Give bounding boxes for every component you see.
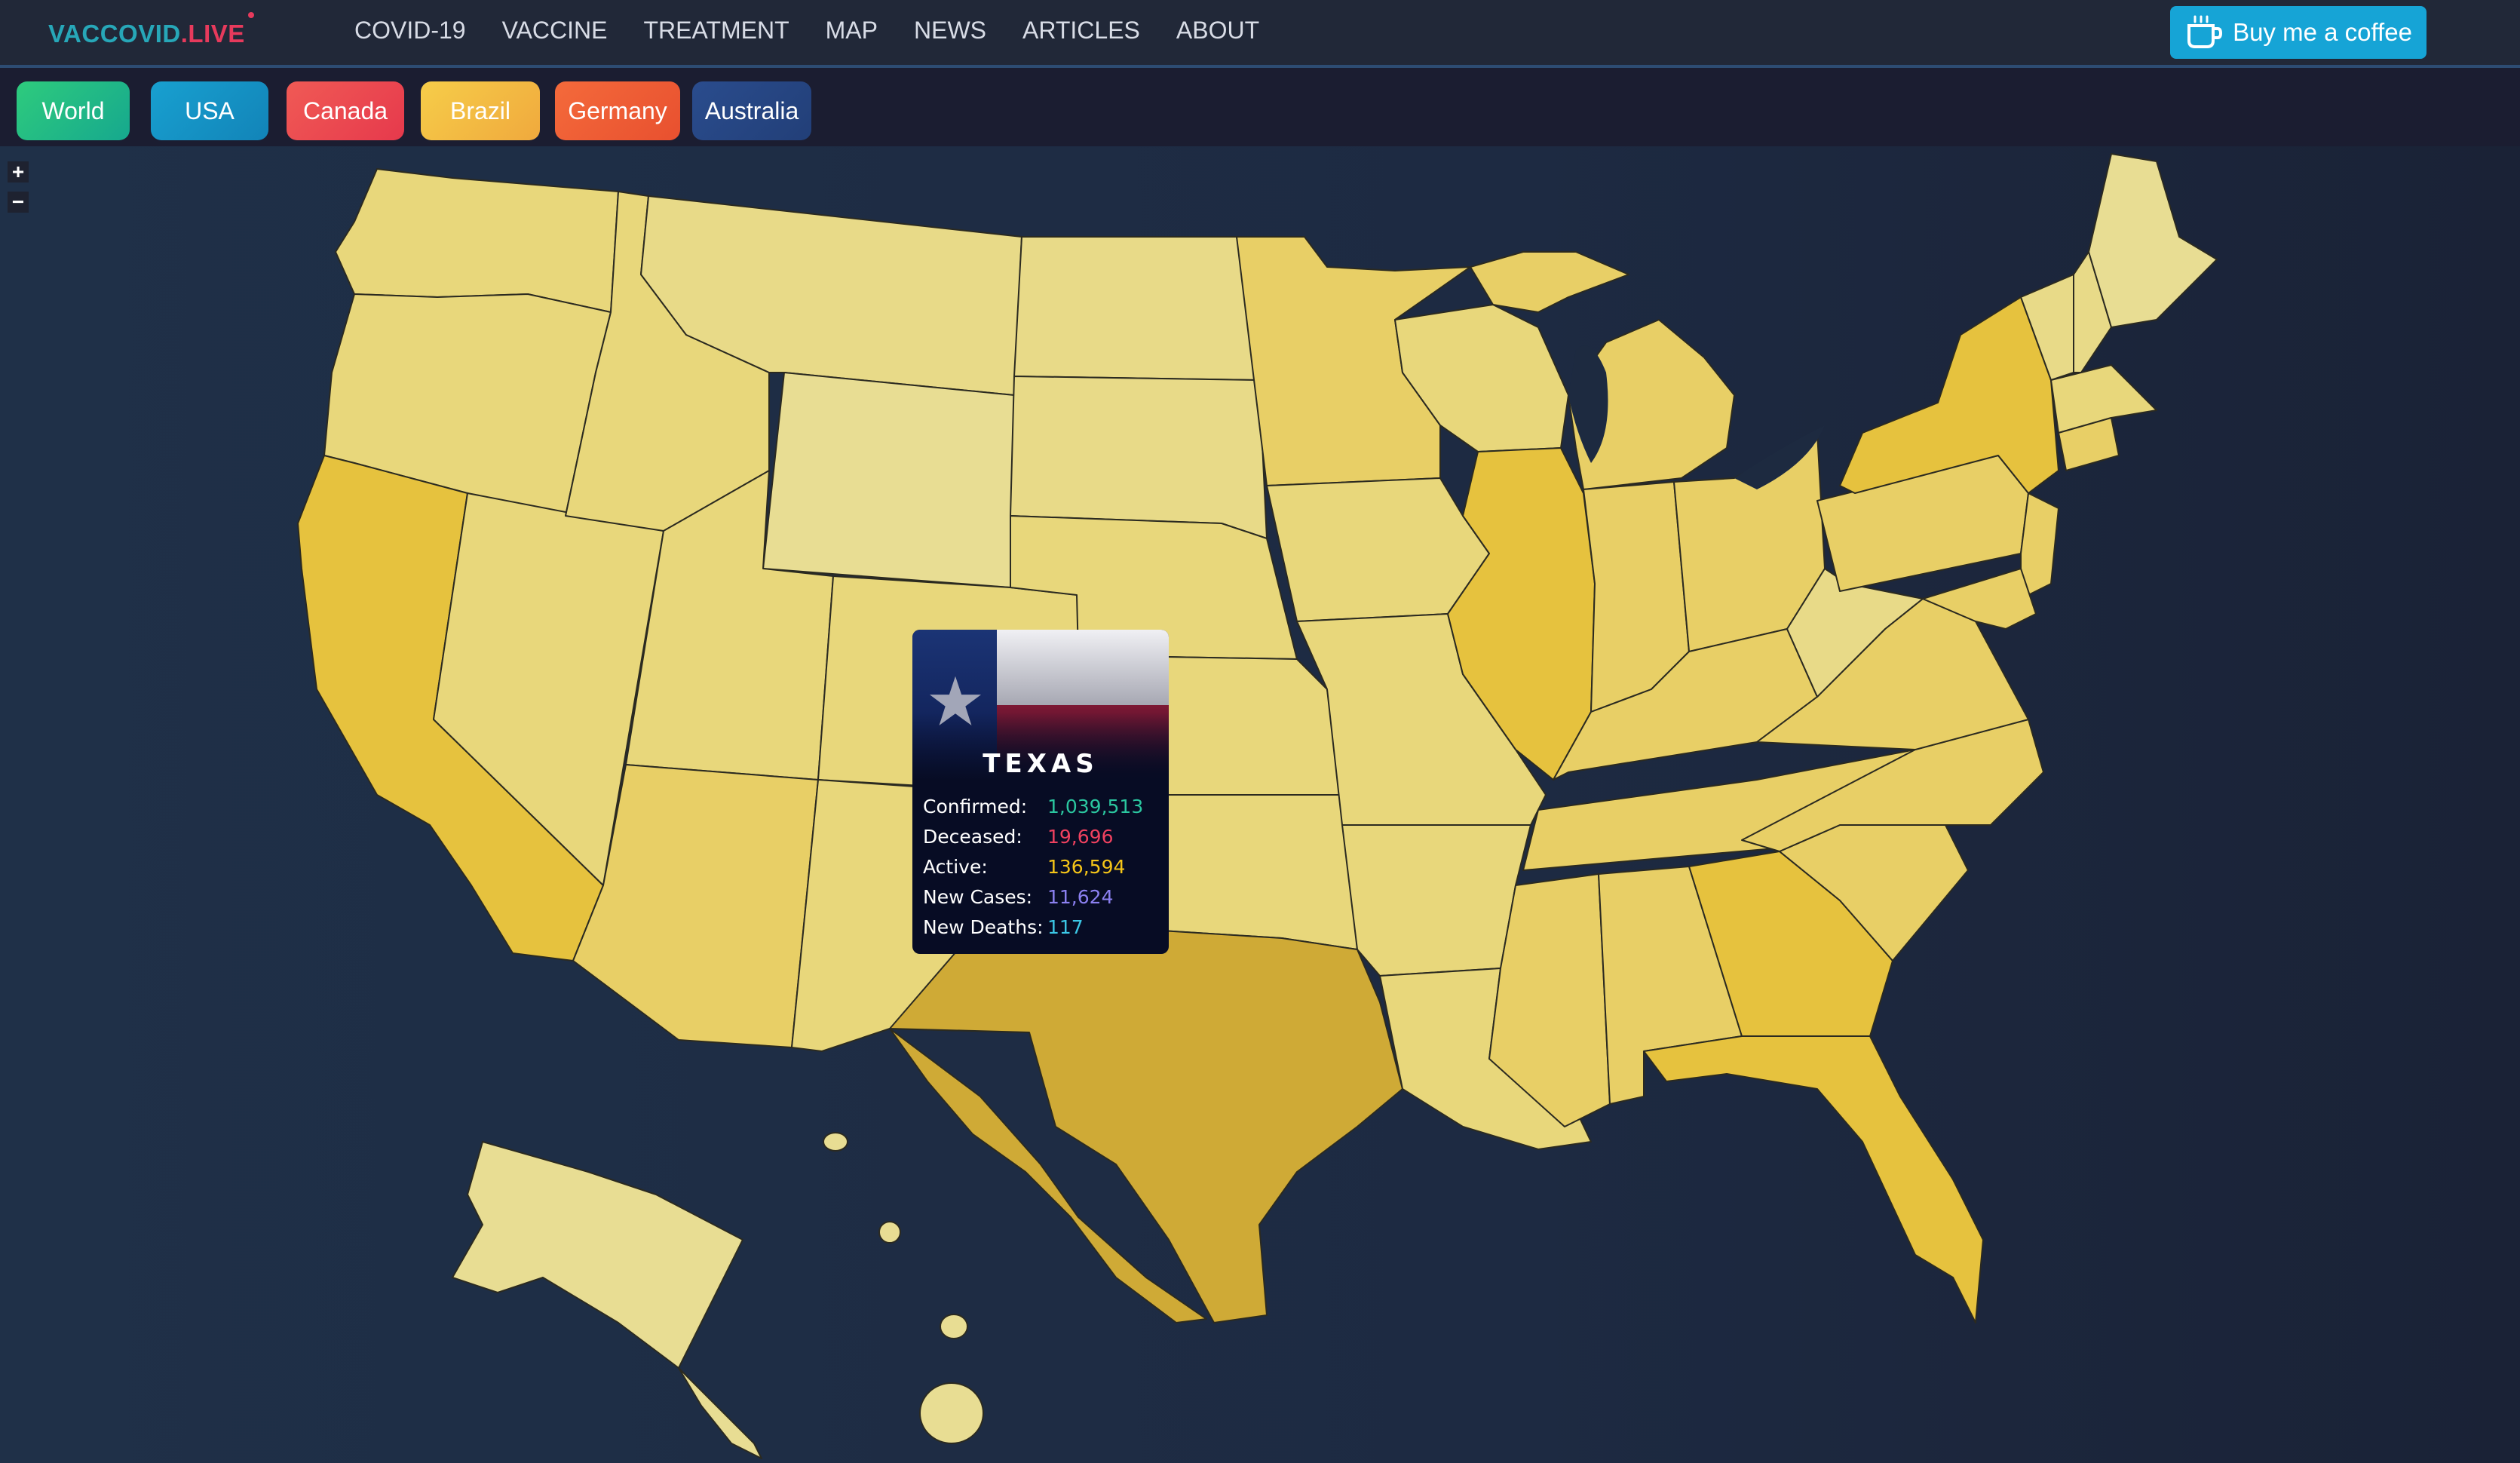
star-icon bbox=[929, 676, 982, 725]
buy-me-a-coffee-button[interactable]: Buy me a coffee bbox=[2170, 6, 2426, 59]
nav-articles[interactable]: ARTICLES bbox=[1022, 17, 1140, 44]
coffee-cup-icon bbox=[2187, 15, 2223, 48]
stat-label: Active: bbox=[923, 855, 988, 878]
state-tooltip: TEXAS Confirmed: 1,039,513 Deceased: 19,… bbox=[912, 630, 1169, 954]
country-button-germany[interactable]: Germany bbox=[555, 81, 680, 140]
nav-treatment[interactable]: TREATMENT bbox=[643, 17, 789, 44]
zoom-in-button[interactable]: + bbox=[8, 160, 29, 183]
tooltip-title: TEXAS bbox=[983, 749, 1099, 779]
state-maine[interactable] bbox=[2088, 153, 2218, 328]
brand-name: VACCOVID bbox=[48, 20, 181, 48]
stat-confirmed: Confirmed: 1,039,513 bbox=[923, 791, 1143, 821]
state-hawaii-kauai[interactable] bbox=[823, 1132, 848, 1152]
state-michigan-upper[interactable] bbox=[1470, 251, 1629, 313]
stat-new-deaths: New Deaths: 117 bbox=[923, 912, 1143, 942]
state-new-york[interactable] bbox=[1839, 296, 2059, 494]
stat-value: 136,594 bbox=[1047, 855, 1126, 878]
main-nav: COVID-19 VACCINE TREATMENT MAP NEWS ARTI… bbox=[354, 17, 1295, 44]
state-hawaii-big-island[interactable] bbox=[919, 1382, 984, 1444]
country-button-australia[interactable]: Australia bbox=[692, 81, 811, 140]
stat-active: Active: 136,594 bbox=[923, 851, 1143, 882]
zoom-out-button[interactable]: − bbox=[8, 190, 29, 213]
country-selector-bar: World USA Canada Brazil Germany Australi… bbox=[0, 68, 2520, 146]
state-new-jersey[interactable] bbox=[2020, 492, 2059, 600]
nav-news[interactable]: NEWS bbox=[914, 17, 986, 44]
state-north-dakota[interactable] bbox=[1013, 236, 1260, 381]
brand-logo[interactable]: VACCOVID .LIVE bbox=[48, 12, 254, 53]
nav-vaccine[interactable]: VACCINE bbox=[502, 17, 608, 44]
us-map-panel: + − bbox=[0, 146, 2520, 1463]
state-alaska[interactable] bbox=[452, 1141, 743, 1369]
brand-domain: .LIVE bbox=[180, 20, 245, 48]
state-hawaii-maui[interactable] bbox=[940, 1314, 968, 1339]
stat-label: Deceased: bbox=[923, 825, 1022, 848]
state-wyoming[interactable] bbox=[762, 372, 1015, 588]
stat-value: 1,039,513 bbox=[1047, 795, 1144, 817]
stat-new-cases: New Cases: 11,624 bbox=[923, 882, 1143, 912]
stat-label: New Deaths: bbox=[923, 916, 1044, 938]
state-hawaii-oahu[interactable] bbox=[878, 1221, 901, 1244]
state-iowa[interactable] bbox=[1266, 477, 1490, 622]
us-states-map bbox=[297, 153, 2218, 1459]
state-south-dakota[interactable] bbox=[1010, 376, 1268, 539]
state-alaska-panhandle[interactable] bbox=[678, 1367, 762, 1459]
nav-covid19[interactable]: COVID-19 bbox=[354, 17, 466, 44]
nav-about[interactable]: ABOUT bbox=[1176, 17, 1259, 44]
coffee-label: Buy me a coffee bbox=[2233, 18, 2412, 46]
stat-deceased: Deceased: 19,696 bbox=[923, 821, 1143, 851]
state-washington[interactable] bbox=[335, 168, 619, 313]
tooltip-stats: Confirmed: 1,039,513 Deceased: 19,696 Ac… bbox=[923, 791, 1143, 942]
stat-value: 11,624 bbox=[1047, 885, 1114, 908]
stat-value: 117 bbox=[1047, 916, 1084, 938]
brand-dot-icon bbox=[247, 12, 254, 18]
country-button-brazil[interactable]: Brazil bbox=[421, 81, 540, 140]
stat-label: New Cases: bbox=[923, 885, 1033, 908]
state-florida[interactable] bbox=[1643, 1035, 1984, 1323]
stat-value: 19,696 bbox=[1047, 825, 1114, 848]
top-navbar: VACCOVID .LIVE COVID-19 VACCINE TREATMENT… bbox=[0, 0, 2520, 68]
state-arkansas[interactable] bbox=[1341, 824, 1531, 977]
country-button-canada[interactable]: Canada bbox=[287, 81, 404, 140]
nav-map[interactable]: MAP bbox=[826, 17, 878, 44]
country-button-world[interactable]: World bbox=[17, 81, 130, 140]
stat-label: Confirmed: bbox=[923, 795, 1028, 817]
country-button-usa[interactable]: USA bbox=[151, 81, 268, 140]
